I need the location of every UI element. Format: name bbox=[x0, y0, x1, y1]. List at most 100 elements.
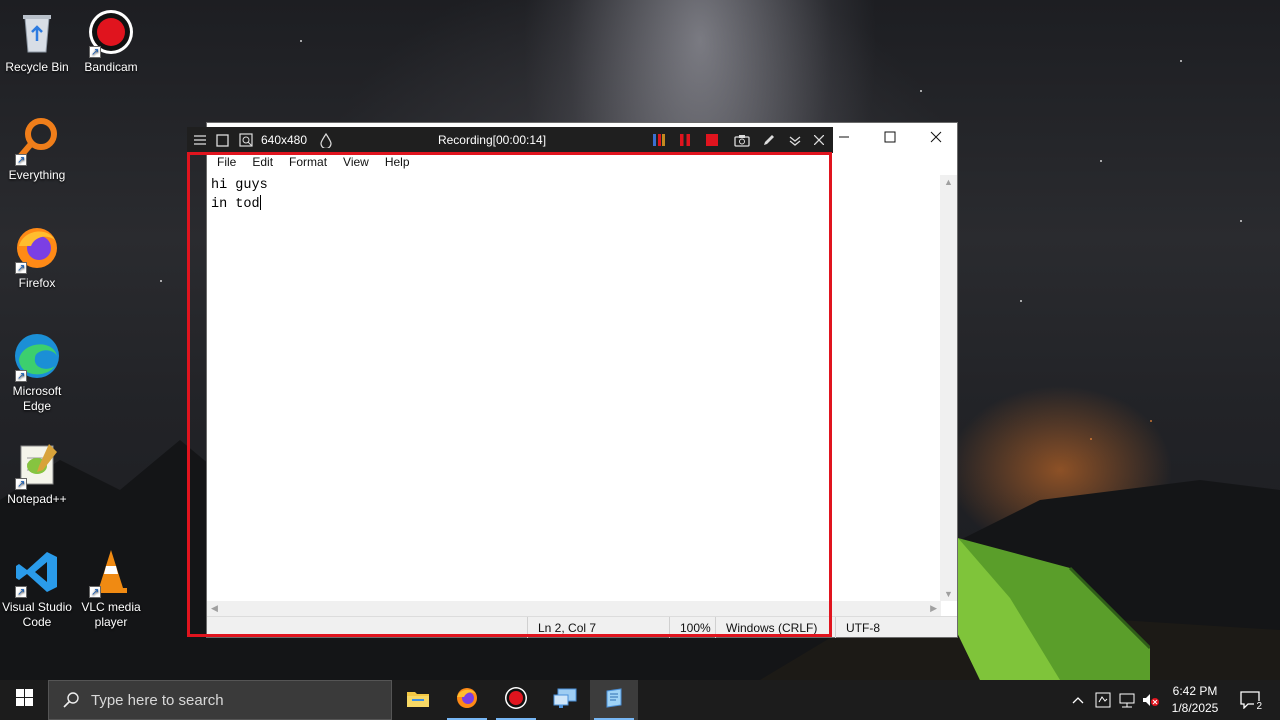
close-button[interactable] bbox=[913, 123, 959, 153]
notepad-icon bbox=[603, 687, 625, 714]
desktop-icon-label: Recycle Bin bbox=[5, 60, 69, 74]
collapse-chevron-icon[interactable] bbox=[785, 127, 805, 153]
screenshot-camera-icon[interactable] bbox=[731, 127, 753, 153]
editor-line-2: in tod bbox=[211, 195, 937, 214]
bandicam-icon bbox=[504, 686, 528, 715]
taskbar-clock[interactable]: 6:42 PM 1/8/2025 bbox=[1164, 683, 1226, 717]
windows-logo-icon bbox=[15, 689, 33, 711]
menu-format[interactable]: Format bbox=[281, 153, 335, 173]
pause-icon[interactable] bbox=[675, 127, 695, 153]
taskbar-app-file-explorer[interactable] bbox=[394, 680, 442, 720]
remote-desktop-icon bbox=[552, 687, 578, 714]
folder-icon bbox=[406, 688, 430, 713]
bandicam-close-icon[interactable] bbox=[809, 127, 829, 153]
scroll-left-arrow-icon[interactable]: ◀ bbox=[211, 603, 218, 614]
taskbar-app-remote-desktop[interactable] bbox=[541, 680, 589, 720]
edge-icon bbox=[13, 332, 61, 384]
search-placeholder: Type here to search bbox=[91, 691, 224, 709]
menu-file[interactable]: File bbox=[209, 153, 244, 173]
status-encoding: UTF-8 bbox=[835, 617, 941, 638]
status-zoom: 100% bbox=[669, 617, 719, 638]
shortcut-arrow-icon bbox=[89, 585, 101, 600]
notepad-menubar: File Edit Format View Help bbox=[207, 153, 957, 173]
opacity-drop-icon[interactable] bbox=[317, 127, 335, 153]
desktop-icon-notepad-plus-plus[interactable]: Notepad++ bbox=[0, 440, 74, 507]
desktop-icon-label: Bandicam bbox=[84, 60, 138, 74]
menu-view[interactable]: View bbox=[335, 153, 377, 173]
desktop-icon-label: Everything bbox=[8, 168, 66, 182]
shortcut-arrow-icon bbox=[15, 585, 27, 600]
shortcut-arrow-icon bbox=[89, 45, 101, 60]
action-center-button[interactable]: 2 bbox=[1232, 680, 1268, 720]
shortcut-arrow-icon bbox=[15, 369, 27, 384]
scroll-down-arrow-icon[interactable]: ▼ bbox=[944, 589, 953, 599]
vlc-cone-icon bbox=[87, 548, 135, 600]
recording-status: Recording[00:00:14] bbox=[437, 133, 547, 147]
stop-icon[interactable] bbox=[702, 127, 722, 153]
everything-search-icon bbox=[13, 116, 61, 168]
draw-pencil-icon[interactable] bbox=[759, 127, 779, 153]
desktop-icon-label: Visual Studio Code bbox=[2, 600, 72, 629]
desktop-icon-everything[interactable]: Everything bbox=[0, 116, 74, 183]
minimize-icon bbox=[838, 130, 850, 146]
tent-illustration bbox=[950, 538, 1150, 680]
recording-level-indicator bbox=[649, 127, 669, 153]
notification-icon: 2 bbox=[1240, 691, 1264, 712]
desktop-icon-vlc[interactable]: VLC media player bbox=[74, 548, 148, 630]
shortcut-arrow-icon bbox=[15, 261, 27, 276]
vscode-icon bbox=[13, 548, 61, 600]
status-cursor-position: Ln 2, Col 7 bbox=[527, 617, 669, 638]
bandicam-toolbar[interactable]: 640x480 Recording[00:00:14] bbox=[187, 127, 833, 153]
desktop-icon-label: Microsoft Edge bbox=[12, 384, 62, 413]
maximize-icon bbox=[884, 130, 896, 146]
menu-edit[interactable]: Edit bbox=[244, 153, 281, 173]
status-line-ending: Windows (CRLF) bbox=[715, 617, 835, 638]
network-icon[interactable] bbox=[1116, 680, 1138, 720]
desktop-icon-label: VLC media player bbox=[81, 600, 141, 629]
start-button[interactable] bbox=[0, 680, 48, 720]
menu-icon[interactable] bbox=[191, 127, 209, 153]
desktop-icon-label: Notepad++ bbox=[7, 492, 67, 506]
zoom-area-icon[interactable] bbox=[237, 127, 255, 153]
taskbar-search-box[interactable]: Type here to search bbox=[48, 680, 392, 720]
maximize-button[interactable] bbox=[867, 123, 913, 153]
taskbar-app-notepad[interactable] bbox=[590, 680, 638, 720]
bandicam-icon bbox=[87, 8, 135, 60]
search-icon bbox=[63, 692, 79, 708]
horizontal-scrollbar[interactable]: ◀ ▶ bbox=[207, 601, 941, 617]
firefox-icon bbox=[13, 224, 61, 276]
scroll-right-arrow-icon[interactable]: ▶ bbox=[930, 603, 937, 614]
volume-muted-icon[interactable] bbox=[1140, 680, 1162, 720]
editor-line-2-text: in tod bbox=[211, 197, 260, 212]
desktop-icon-microsoft-edge[interactable]: Microsoft Edge bbox=[0, 332, 74, 414]
clock-date: 1/8/2025 bbox=[1171, 701, 1219, 715]
notepad-window[interactable]: File Edit Format View Help hi guys in tod… bbox=[206, 122, 958, 638]
text-cursor bbox=[259, 195, 261, 210]
menu-help[interactable]: Help bbox=[377, 153, 418, 173]
resolution-label[interactable]: 640x480 bbox=[259, 127, 309, 153]
notification-count-badge: 2 bbox=[1254, 701, 1264, 712]
desktop-icon-recycle-bin[interactable]: Recycle Bin bbox=[0, 8, 74, 75]
show-hidden-icons-chevron-icon[interactable] bbox=[1068, 680, 1088, 720]
scroll-up-arrow-icon[interactable]: ▲ bbox=[944, 177, 953, 187]
close-icon bbox=[930, 130, 942, 146]
taskbar: Type here to search 6:42 PM 1/8/2025 2 bbox=[0, 680, 1280, 720]
status-bar: Ln 2, Col 7 100% Windows (CRLF) UTF-8 bbox=[207, 616, 957, 638]
clock-time: 6:42 PM bbox=[1172, 684, 1218, 698]
taskbar-app-bandicam[interactable] bbox=[492, 680, 540, 720]
editor-line-1: hi guys bbox=[211, 178, 268, 193]
text-editor-area[interactable]: hi guys in tod bbox=[207, 175, 941, 601]
firefox-icon bbox=[455, 686, 479, 715]
shortcut-arrow-icon bbox=[15, 153, 27, 168]
tray-app-icon[interactable] bbox=[1092, 680, 1114, 720]
fullscreen-mode-icon[interactable] bbox=[213, 127, 231, 153]
vertical-scrollbar[interactable]: ▲ ▼ bbox=[940, 175, 957, 601]
desktop-icon-label: Firefox bbox=[18, 276, 56, 290]
desktop-icon-firefox[interactable]: Firefox bbox=[0, 224, 74, 291]
desktop-icon-visual-studio-code[interactable]: Visual Studio Code bbox=[0, 548, 74, 630]
recycle-bin-icon bbox=[13, 8, 61, 56]
shortcut-arrow-icon bbox=[15, 477, 27, 492]
desktop-icon-bandicam[interactable]: Bandicam bbox=[74, 8, 148, 75]
notepad-plus-plus-icon bbox=[13, 440, 61, 492]
taskbar-app-firefox[interactable] bbox=[443, 680, 491, 720]
